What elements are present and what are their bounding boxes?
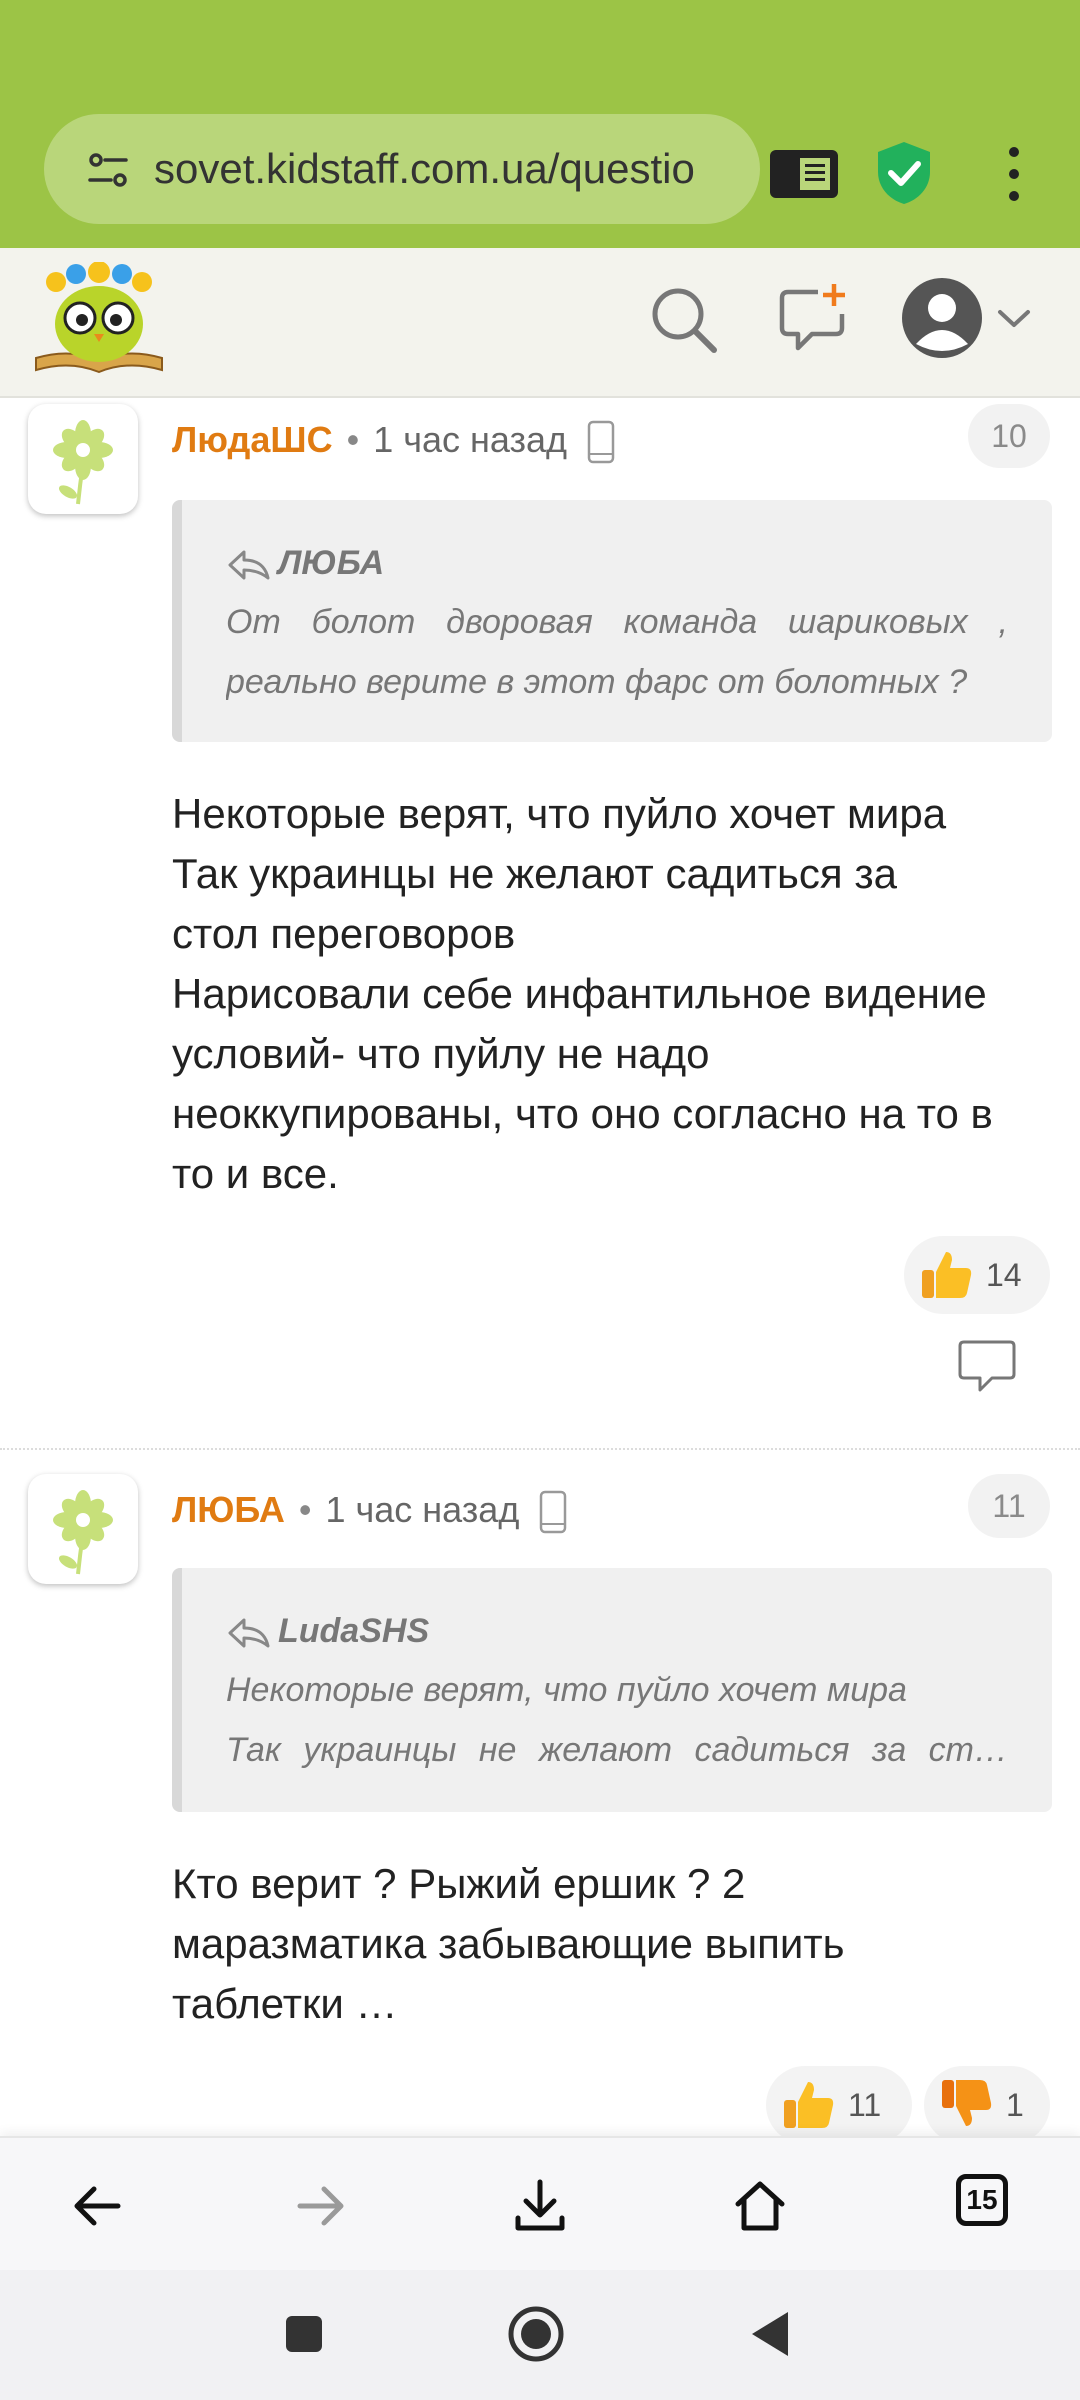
- quote-line: Так украинцы не желают садиться за ст…: [226, 1731, 1008, 1769]
- comment-text-line: то и все.: [172, 1150, 339, 1197]
- browser-bottom-nav: 15: [0, 2136, 1080, 2272]
- meta-separator: •: [346, 419, 360, 460]
- site-settings-icon[interactable]: [86, 148, 130, 192]
- dislike-button[interactable]: 1: [924, 2066, 1050, 2144]
- owl-book-logo[interactable]: [30, 262, 168, 380]
- quote-line: От болот дворовая команда шариковых ,: [226, 603, 1008, 641]
- like-count: 14: [986, 1257, 1022, 1293]
- quote-header: ЛЮБА: [226, 534, 1008, 592]
- comment-text-line: стол переговоров: [172, 910, 516, 957]
- flower-avatar-icon: [53, 420, 113, 505]
- comment-text-line: Так украинцы не желают садиться за: [172, 850, 897, 897]
- mobile-device-icon: [540, 1491, 567, 1534]
- browser-toolbar: sovet.kidstaff.com.ua/questio: [0, 0, 1080, 248]
- comment-author[interactable]: ЛюдаШС: [172, 419, 333, 460]
- more-options-icon[interactable]: [996, 144, 1032, 204]
- quote-header: LudaSHS: [226, 1602, 1008, 1660]
- search-icon[interactable]: [648, 284, 720, 356]
- home-icon[interactable]: [730, 2176, 790, 2236]
- comment-time: 1 час назад: [373, 419, 568, 460]
- comment-text-line: Некоторые верят, что пуйло хочет мира: [172, 790, 947, 837]
- comment-text-line: маразматика забывающие выпить: [172, 1920, 845, 1967]
- reply-comment-icon[interactable]: [956, 1338, 1018, 1394]
- account-avatar-icon[interactable]: [900, 276, 984, 360]
- like-button[interactable]: 14: [904, 1236, 1050, 1314]
- thumbs-down-icon: [942, 2080, 992, 2126]
- meta-separator: •: [298, 1489, 312, 1530]
- address-bar[interactable]: sovet.kidstaff.com.ua/questio: [44, 114, 760, 224]
- comment-number[interactable]: 10: [968, 404, 1050, 468]
- site-header: [0, 248, 1080, 398]
- comment-text-line: Нарисовали себе инфантильное видение: [172, 970, 987, 1017]
- chevron-down-icon[interactable]: [994, 298, 1034, 338]
- quote-author: LudaSHS: [278, 1612, 430, 1650]
- comment-time: 1 час назад: [325, 1489, 520, 1530]
- home-circle-icon[interactable]: [506, 2304, 566, 2364]
- quote-author: ЛЮБА: [278, 544, 385, 582]
- url-text[interactable]: sovet.kidstaff.com.ua/questio: [154, 138, 744, 200]
- like-button[interactable]: 11: [766, 2066, 912, 2144]
- forward-arrow-icon[interactable]: [290, 2176, 350, 2236]
- comment-author[interactable]: ЛЮБА: [172, 1489, 285, 1530]
- quote-line: Некоторые верят, что пуйло хочет мира: [226, 1671, 907, 1709]
- thumbs-up-icon: [922, 1252, 972, 1298]
- comment-number[interactable]: 11: [968, 1474, 1050, 1538]
- dislike-count: 1: [1006, 2087, 1024, 2123]
- tabs-count-button[interactable]: 15: [956, 2174, 1008, 2226]
- thumbs-up-icon: [784, 2082, 834, 2128]
- reader-mode-icon[interactable]: [768, 146, 840, 202]
- mobile-device-icon: [587, 421, 615, 464]
- system-nav-bar: [0, 2270, 1080, 2400]
- comment-text-line: условий- что пуйлу не надо: [172, 1030, 710, 1077]
- reply-arrow-icon: [228, 550, 270, 580]
- comment-text-line: таблетки …: [172, 1980, 398, 2027]
- reply-arrow-icon: [228, 1618, 270, 1648]
- download-icon[interactable]: [510, 2176, 570, 2236]
- quote-block: ЛЮБА От болот дворовая команда шариковых…: [172, 500, 1052, 742]
- flower-avatar-icon: [53, 1490, 113, 1575]
- system-back-icon[interactable]: [748, 2310, 792, 2358]
- quote-line: реально верите в этот фарс от болотных ?: [226, 663, 968, 701]
- comment-text-line: неоккупированы, что оно согласно на то в: [172, 1090, 993, 1137]
- shield-icon[interactable]: [874, 140, 934, 206]
- comment-meta: ЛюдаШС • 1 час назад: [172, 410, 615, 470]
- back-arrow-icon[interactable]: [68, 2176, 128, 2236]
- comment-text-line: Кто верит ? Рыжий ершик ? 2: [172, 1860, 746, 1907]
- avatar[interactable]: [28, 404, 138, 514]
- like-count: 11: [848, 2087, 882, 2123]
- comment-divider: [0, 1448, 1080, 1450]
- comment-meta: ЛЮБА • 1 час назад: [172, 1480, 567, 1540]
- quote-block: LudaSHS Некоторые верят, что пуйло хочет…: [172, 1568, 1052, 1812]
- recent-apps-icon[interactable]: [284, 2314, 324, 2354]
- new-message-icon[interactable]: [778, 282, 850, 354]
- avatar[interactable]: [28, 1474, 138, 1584]
